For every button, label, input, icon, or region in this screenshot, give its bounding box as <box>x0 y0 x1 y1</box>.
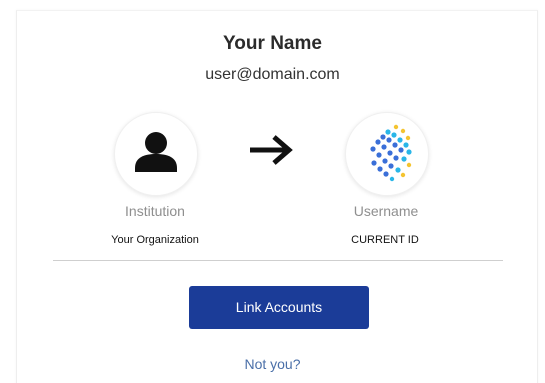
user-name: Your Name <box>223 33 322 54</box>
institution-value: Your Organization <box>111 234 199 246</box>
divider <box>53 260 503 261</box>
username-account-avatar <box>345 112 429 196</box>
institution-account-avatar <box>114 112 198 196</box>
user-email: user@domain.com <box>205 66 340 83</box>
not-you-link[interactable]: Not you? <box>0 356 545 372</box>
person-icon <box>135 132 177 172</box>
page: Your Name user@domain.com Institution Us… <box>0 0 545 383</box>
username-value: CURRENT ID <box>351 234 419 246</box>
arrow-right-icon <box>250 135 293 165</box>
brand-logo-icon <box>370 124 412 182</box>
username-type-label: Username <box>353 203 419 219</box>
link-accounts-button[interactable]: Link Accounts <box>189 286 369 329</box>
institution-type-label: Institution <box>125 203 185 219</box>
